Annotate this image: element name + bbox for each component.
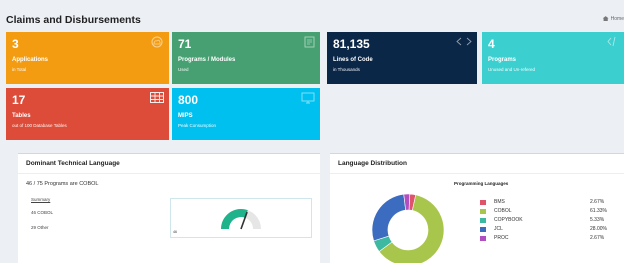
tile-value: 3 — [12, 37, 19, 51]
legend-swatch — [480, 199, 486, 205]
legend-label: JCL — [494, 226, 503, 232]
legend-swatch — [480, 208, 486, 214]
tile-label: Lines of Code — [333, 57, 373, 63]
tile-mips[interactable]: 800 MIPS Peak Consumption — [172, 88, 320, 140]
legend-percent: 2.67% — [590, 235, 605, 241]
legend-percent: 28.00% — [590, 226, 607, 232]
legend-item-copybook[interactable]: COPYBOOK — [480, 217, 523, 223]
tile-value: 81,135 — [333, 37, 370, 51]
tile-label: Programs — [488, 57, 517, 63]
legend-item-cobol[interactable]: COBOL — [480, 208, 512, 214]
language-donut-chart — [371, 193, 445, 263]
tile-value: 800 — [178, 93, 199, 107]
page-title: Claims and Disbursements — [6, 14, 141, 26]
legend-item-jcl[interactable]: JCL — [480, 226, 503, 232]
legend-percent: 2.67% — [590, 199, 605, 205]
tile-sub: Peak Consumption — [178, 123, 217, 128]
cobol-count: 46 COBOL — [31, 210, 54, 215]
legend-swatch — [480, 235, 486, 241]
tile-sub: in Thousands — [333, 67, 360, 72]
page-header: Claims and Disbursements — [0, 0, 624, 32]
table-grid-icon — [150, 92, 164, 103]
donut-slice-jcl[interactable] — [371, 193, 406, 242]
code-icon — [456, 37, 472, 46]
gauge-chart — [221, 209, 261, 230]
legend-item-proc[interactable]: PROC — [480, 235, 508, 241]
tile-label: Tables — [12, 113, 31, 119]
tile-tables[interactable]: 17 Tables out of 100 Database Tables — [6, 88, 169, 140]
tile-label: Applications — [12, 57, 49, 63]
tile-value: 4 — [488, 37, 495, 51]
tile-sub: Unused and Un-refered — [488, 67, 536, 72]
chart-title: Programming Languages — [454, 181, 509, 186]
legend-label: COBOL — [494, 208, 512, 214]
breadcrumb[interactable]: Home — [602, 16, 624, 22]
gauge-box: 46 — [170, 198, 312, 238]
other-count: 29 Other — [31, 225, 49, 230]
tile-value: 71 — [178, 37, 192, 51]
legend-percent: 61.33% — [590, 208, 607, 214]
legend-item-bms[interactable]: BMS — [480, 199, 505, 205]
cloud-icon — [151, 36, 163, 48]
tile-programs-modules[interactable]: 71 Programs / Modules Used — [172, 32, 320, 84]
legend-percent: 5.33% — [590, 217, 605, 223]
tile-unused-programs[interactable]: 4 Programs Unused and Un-refered — [482, 32, 624, 84]
legend-label: COPYBOOK — [494, 217, 523, 223]
legend-label: BMS — [494, 199, 505, 205]
summary-link[interactable]: Summary — [31, 197, 50, 202]
panel-title: Dominant Technical Language — [18, 154, 320, 174]
legend-swatch — [480, 217, 486, 223]
tile-value: 17 — [12, 93, 26, 107]
breadcrumb-home[interactable]: Home — [611, 16, 624, 22]
tile-applications[interactable]: 3 Applications in Total — [6, 32, 169, 84]
home-icon — [602, 16, 609, 22]
tile-sub: in Total — [12, 67, 27, 72]
tile-sub: Used — [178, 67, 189, 72]
monitor-icon — [301, 92, 315, 104]
panel-title: Language Distribution — [330, 154, 624, 174]
legend-swatch — [480, 226, 486, 232]
code-slash-icon — [607, 36, 616, 47]
tile-label: MIPS — [178, 113, 193, 119]
tile-sub: out of 100 Database Tables — [12, 123, 67, 128]
tile-label: Programs / Modules — [178, 57, 236, 63]
legend-label: PROC — [494, 235, 509, 241]
tile-lines-of-code[interactable]: 81,135 Lines of Code in Thousands — [327, 32, 477, 84]
document-icon — [304, 36, 315, 48]
dominant-headline: 46 / 75 Programs are COBOL — [26, 181, 99, 187]
gauge-value: 46 — [173, 230, 177, 234]
